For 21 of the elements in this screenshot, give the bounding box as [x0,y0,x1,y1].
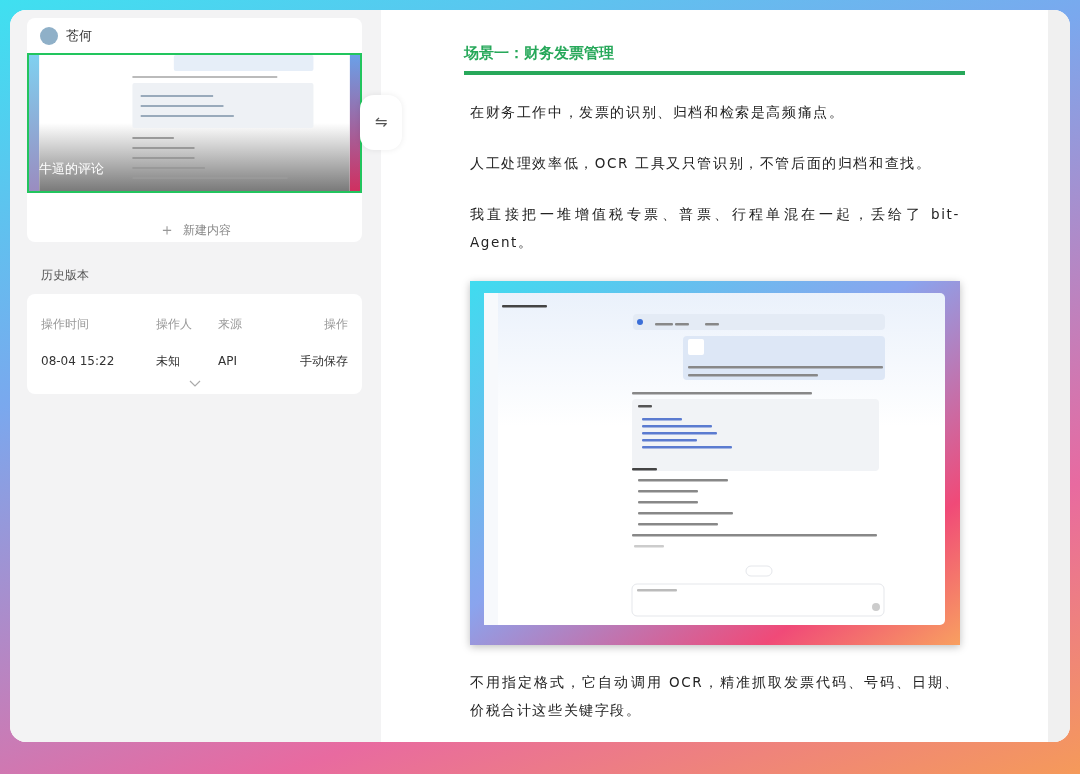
table-cell[interactable]: 手动保存 [278,352,348,370]
table-cell-text: API [218,353,238,370]
new-content-button[interactable]: ＋ 新建内容 [158,217,231,242]
paragraph: 在财务工作中，发票的识别、归档和检索是高频痛点。 [470,102,846,122]
author-name: 苍何 [66,27,92,45]
expand-chevron-icon[interactable] [188,379,201,388]
column-header: 操作人 [156,316,193,333]
article-heading: 场景一：财务发票管理 [464,42,965,75]
section-title: 历史版本 [41,266,90,284]
table-cell-text: 08-04 15:22 [41,353,116,370]
avatar [40,26,58,45]
scrollbar[interactable] [1048,10,1070,742]
table-cell-text: 未知 [156,353,181,370]
column-header: 操作 [323,316,348,333]
column-header: 来源 [218,316,243,333]
thumbnail-caption: 牛逼的评论 [39,159,104,178]
paragraph: 我直接把一堆增值税专票、普票、行程单混在一起，丢给了 bit-Agent。 [470,204,960,252]
toggle-button[interactable]: ⇋ [360,95,402,150]
paragraph: 人工处理效率低，OCR 工具又只管识别，不管后面的归档和查找。 [470,153,933,173]
column-header: 操作时间 [41,316,90,333]
paragraph: 不用指定格式，它自动调用 OCR，精准抓取发票代码、号码、日期、价税合计这些关键字段。 [470,672,960,720]
